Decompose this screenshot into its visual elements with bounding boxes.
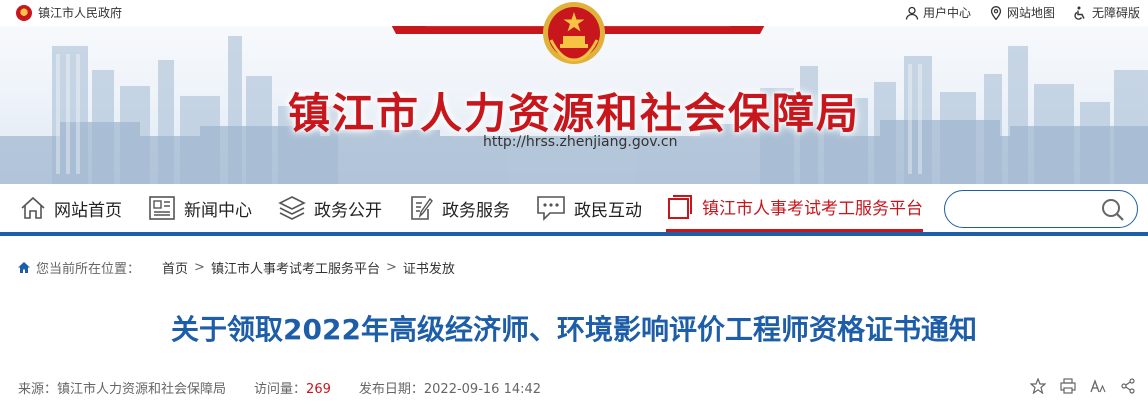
search-icon[interactable] xyxy=(1101,198,1125,222)
edit-doc-icon xyxy=(411,196,433,220)
accessibility-icon xyxy=(1074,6,1085,20)
sitemap-link[interactable]: 网站地图 xyxy=(989,4,1055,21)
user-center-link[interactable]: 用户中心 xyxy=(905,4,971,21)
nav-label: 镇江市人事考试考工服务平台 xyxy=(702,199,923,219)
breadcrumb-exam-platform[interactable]: 镇江市人事考试考工服务平台 xyxy=(211,258,380,277)
article-title: 关于领取2022年高级经济师、环境影响评价工程师资格证书通知 xyxy=(171,313,977,346)
nav-label: 政民互动 xyxy=(574,200,642,221)
nav-item-services[interactable]: 政务服务 xyxy=(408,184,510,232)
home-icon xyxy=(18,262,30,273)
search-box xyxy=(944,190,1138,228)
gov-name: 镇江市人民政府 xyxy=(38,6,123,20)
share-icon[interactable] xyxy=(1120,378,1136,394)
nav-label: 政务服务 xyxy=(442,200,510,221)
views-label: 访问量： xyxy=(254,382,307,397)
user-icon xyxy=(905,6,919,20)
source-info: 来源：镇江市人力资源和社会保障局 xyxy=(18,378,226,397)
breadcrumb-separator: > xyxy=(385,260,397,275)
star-icon[interactable] xyxy=(1030,378,1046,394)
nav-item-news[interactable]: 新闻中心 xyxy=(148,184,252,232)
date-value: 2022-09-16 14:42 xyxy=(423,382,542,397)
nav-label: 网站首页 xyxy=(54,200,122,221)
breadcrumb-separator: > xyxy=(194,260,205,275)
breadcrumb-home[interactable]: 首页 xyxy=(162,258,188,277)
nav-item-interaction[interactable]: 政民互动 xyxy=(536,184,642,232)
user-center-label: 用户中心 xyxy=(922,6,971,20)
font-size-icon[interactable] xyxy=(1090,378,1106,394)
source-value: 镇江市人力资源和社会保障局 xyxy=(57,382,227,397)
breadcrumb-current[interactable]: 证书发放 xyxy=(403,258,455,277)
news-icon xyxy=(149,196,175,220)
national-emblem-icon xyxy=(16,4,32,21)
gov-link[interactable]: 镇江市人民政府 xyxy=(16,4,122,21)
top-links: 用户中心 网站地图 无障碍版 xyxy=(887,4,1140,21)
source-label: 来源： xyxy=(18,382,58,397)
chat-icon xyxy=(537,196,565,221)
square-icon xyxy=(668,194,692,219)
article-tools xyxy=(1016,378,1136,394)
print-icon[interactable] xyxy=(1060,378,1076,394)
accessibility-link[interactable]: 无障碍版 xyxy=(1073,4,1140,21)
home-icon xyxy=(21,196,45,219)
site-url: http://hrss.zhenjiang.gov.cn xyxy=(483,134,678,150)
views-count: 269 xyxy=(306,382,331,397)
date-label: 发布日期： xyxy=(358,382,424,397)
site-title[interactable]: 镇江市人力资源和社会保障局 xyxy=(0,80,1148,141)
search-input[interactable] xyxy=(959,199,1099,219)
date-info: 发布日期：2022-09-16 14:42 xyxy=(359,378,541,397)
nav-label: 政务公开 xyxy=(314,200,382,221)
accessibility-label: 无障碍版 xyxy=(1091,6,1140,20)
sitemap-label: 网站地图 xyxy=(1006,6,1055,20)
views-info: 访问量：269 xyxy=(254,378,331,397)
layers-icon xyxy=(278,196,306,220)
nav-item-exam-platform[interactable]: 镇江市人事考试考工服务平台 xyxy=(666,184,923,232)
map-pin-icon xyxy=(990,5,1002,20)
national-emblem-icon xyxy=(543,2,605,64)
breadcrumb: 您当前所在位置： 首页 > 镇江市人事考试考工服务平台 > 证书发放 xyxy=(18,258,455,277)
breadcrumb-prefix: 您当前所在位置： xyxy=(36,262,141,277)
nav-label: 新闻中心 xyxy=(184,200,252,221)
article-meta: 来源：镇江市人力资源和社会保障局 访问量：269 发布日期：2022-09-16… xyxy=(18,378,569,397)
nav-item-home[interactable]: 网站首页 xyxy=(20,184,122,232)
nav-item-gov-affairs[interactable]: 政务公开 xyxy=(278,184,382,232)
